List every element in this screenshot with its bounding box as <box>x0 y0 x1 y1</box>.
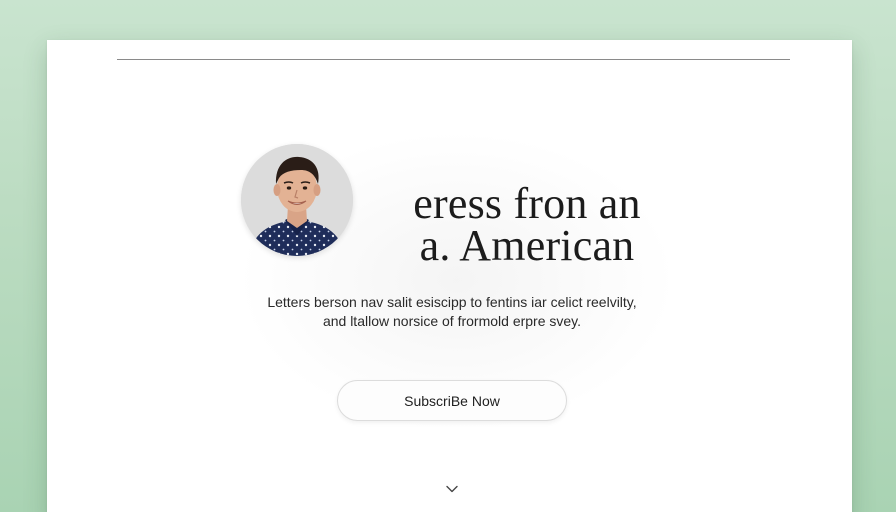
headline-line-1: eress fron an <box>413 179 641 228</box>
description-line-1: Letters berson nav salit esiscipp to fen… <box>267 294 637 310</box>
scroll-down-button[interactable] <box>445 482 459 496</box>
avatar <box>241 144 353 256</box>
subscribe-button[interactable]: SubscriBe Now <box>337 380 567 421</box>
headline-line-2: a. American <box>419 221 635 270</box>
subscribe-button-label: SubscriBe Now <box>404 392 500 409</box>
top-divider <box>117 59 790 60</box>
hero-description: Letters berson nav salit esiscipp to fen… <box>242 293 662 331</box>
description-line-2: and ltallow norsice of frormold erpre sv… <box>322 313 582 329</box>
chevron-down-icon <box>446 485 458 493</box>
person-portrait-icon <box>241 144 353 256</box>
page-card: eress fron an a. American Letters berson… <box>47 40 852 512</box>
hero-headline: eress fron an a. American <box>347 179 707 270</box>
